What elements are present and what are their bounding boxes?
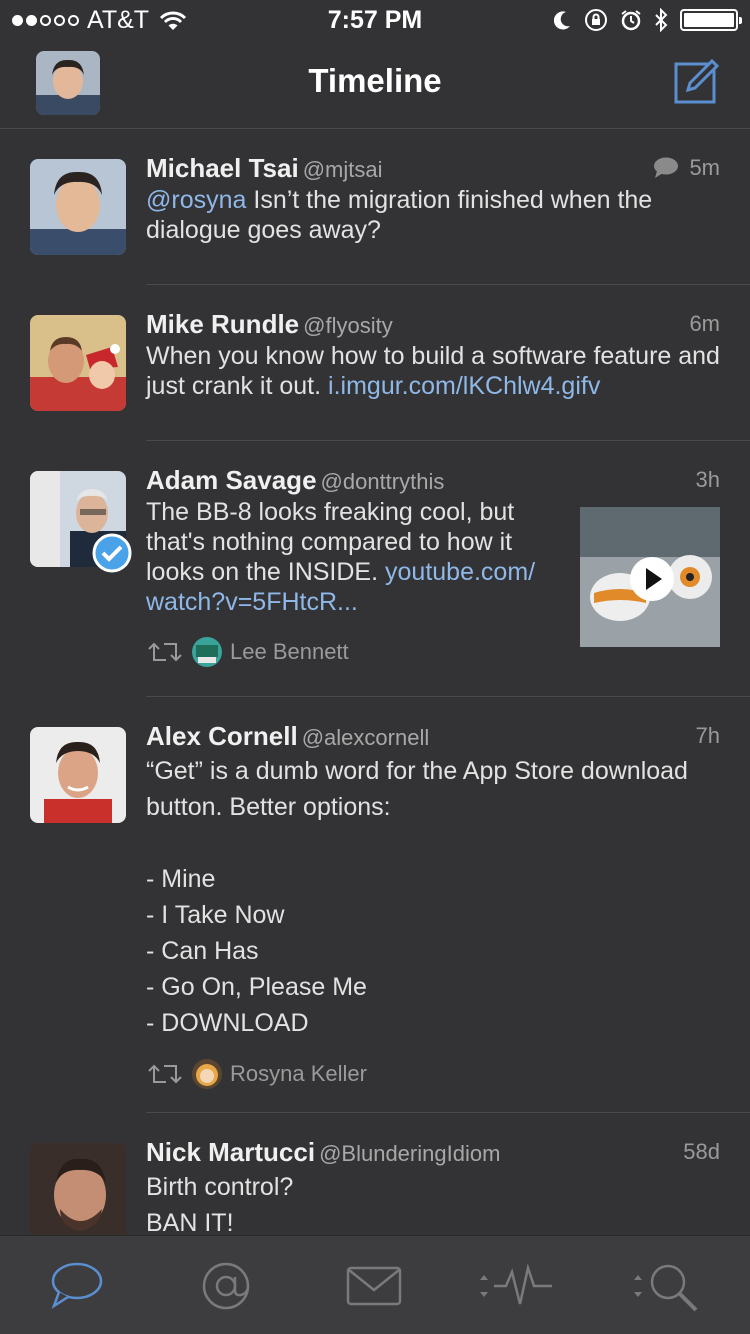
- retweeter-name: Rosyna Keller: [230, 1061, 367, 1086]
- retweeter-avatar: [192, 1059, 222, 1089]
- tweet-text: When you know how to build a software fe…: [146, 341, 720, 401]
- avatar[interactable]: [30, 727, 126, 823]
- author-name[interactable]: Mike Rundle: [146, 309, 299, 339]
- retweet-info[interactable]: Lee Bennett: [146, 637, 570, 667]
- author-handle[interactable]: @alexcornell: [302, 725, 430, 750]
- tweet-line: - I Take Now: [146, 901, 285, 929]
- battery-icon: [680, 9, 742, 31]
- alarm-icon: [621, 10, 641, 31]
- tweet-content: Michael Tsai @mjtsai @rosyna Isn’t the mi…: [146, 153, 720, 245]
- tweet-line: “Get” is a dumb word for the App Store d…: [146, 757, 688, 785]
- search-tab-icon[interactable]: [630, 1260, 702, 1312]
- tweet-cell[interactable]: 5m Michael Tsai @mjtsai @rosyna Isn’t the…: [0, 129, 750, 285]
- tweet-cell[interactable]: 7h Alex Cornell @alexcornell “Get” is a d…: [0, 697, 750, 1113]
- messages-tab-icon[interactable]: [344, 1260, 404, 1312]
- avatar[interactable]: [30, 159, 126, 255]
- status-bar: AT&T 7:57 PM: [0, 0, 750, 40]
- tweet-content: Nick Martucci @BlunderingIdiom Birth cont…: [146, 1137, 720, 1236]
- tweet-line: - Go On, Please Me: [146, 973, 367, 1001]
- tweet-time-label: 3h: [695, 467, 720, 492]
- tweet-header: Alex Cornell @alexcornell: [146, 721, 720, 753]
- author-name[interactable]: Alex Cornell: [146, 721, 298, 751]
- tweet-line: - Can Has: [146, 937, 259, 965]
- author-handle[interactable]: @flyosity: [303, 313, 393, 338]
- retweet-icon: [148, 642, 182, 662]
- tweet-text: The BB-8 looks freaking cool, but that's…: [146, 497, 570, 617]
- author-name[interactable]: Nick Martucci: [146, 1137, 315, 1167]
- tweet-line: Birth control?: [146, 1173, 294, 1201]
- mentions-tab-icon[interactable]: [196, 1260, 256, 1312]
- author-handle[interactable]: @mjtsai: [303, 157, 383, 182]
- author-name[interactable]: Adam Savage: [146, 465, 317, 495]
- tweet-text: Birth control? BAN IT!: [146, 1169, 720, 1236]
- rotation-lock-icon: [585, 9, 607, 31]
- tweet-line: - Mine: [146, 865, 216, 893]
- timeline-tab-icon[interactable]: [46, 1260, 106, 1312]
- avatar[interactable]: [30, 471, 132, 573]
- tweet-content: Alex Cornell @alexcornell “Get” is a dumb…: [146, 721, 720, 1089]
- retweet-info[interactable]: Rosyna Keller: [146, 1059, 720, 1089]
- tweet-content: Adam Savage @donttrythis The BB-8 looks f…: [146, 465, 570, 667]
- compose-icon[interactable]: [674, 58, 720, 104]
- tab-bar: [0, 1235, 750, 1334]
- tweet-header: Adam Savage @donttrythis: [146, 465, 570, 497]
- video-thumbnail[interactable]: [580, 507, 720, 647]
- activity-tab-icon[interactable]: [476, 1260, 556, 1312]
- tweet-cell[interactable]: 58d Nick Martucci @BlunderingIdiom Birth …: [0, 1113, 750, 1236]
- tweet-content: Mike Rundle @flyosity When you know how t…: [146, 309, 720, 401]
- page-title: Timeline: [308, 62, 442, 99]
- avatar[interactable]: [30, 1143, 126, 1236]
- tweet-text: “Get” is a dumb word for the App Store d…: [146, 753, 720, 1041]
- nav-bar: Timeline: [0, 40, 750, 129]
- retweeter-avatar: [192, 637, 222, 667]
- tweet-cell[interactable]: 3h Adam Savage @donttrythis The BB-8 look…: [0, 441, 750, 697]
- play-icon[interactable]: [630, 557, 674, 601]
- moon-icon: [554, 11, 570, 30]
- tweet-header: Mike Rundle @flyosity: [146, 309, 720, 341]
- author-handle[interactable]: @donttrythis: [321, 469, 445, 494]
- tweet-header: Nick Martucci @BlunderingIdiom: [146, 1137, 720, 1169]
- verified-badge-icon: [92, 533, 132, 573]
- tweet-link[interactable]: i.imgur.com/lKChlw4.gifv: [328, 372, 600, 400]
- retweet-icon: [148, 1064, 182, 1084]
- tweet-line: BAN IT!: [146, 1209, 234, 1236]
- tweet-line: [146, 825, 720, 861]
- mention-link[interactable]: @rosyna: [146, 186, 246, 214]
- tweet-line: button. Better options:: [146, 793, 391, 821]
- timeline-list[interactable]: 5m Michael Tsai @mjtsai @rosyna Isn’t the…: [0, 129, 750, 1236]
- tweet-time: 3h: [696, 467, 720, 493]
- tweet-text: @rosyna Isn’t the migration finished whe…: [146, 185, 720, 245]
- retweeter-name: Lee Bennett: [230, 639, 349, 664]
- tweet-header: Michael Tsai @mjtsai: [146, 153, 720, 185]
- tweet-line: - DOWNLOAD: [146, 1009, 309, 1037]
- bluetooth-icon: [655, 8, 668, 32]
- status-icons: [554, 8, 742, 32]
- avatar[interactable]: [30, 315, 126, 411]
- author-name[interactable]: Michael Tsai: [146, 153, 299, 183]
- tweet-cell[interactable]: 6m Mike Rundle @flyosity When you know ho…: [0, 285, 750, 441]
- author-handle[interactable]: @BlunderingIdiom: [319, 1141, 500, 1166]
